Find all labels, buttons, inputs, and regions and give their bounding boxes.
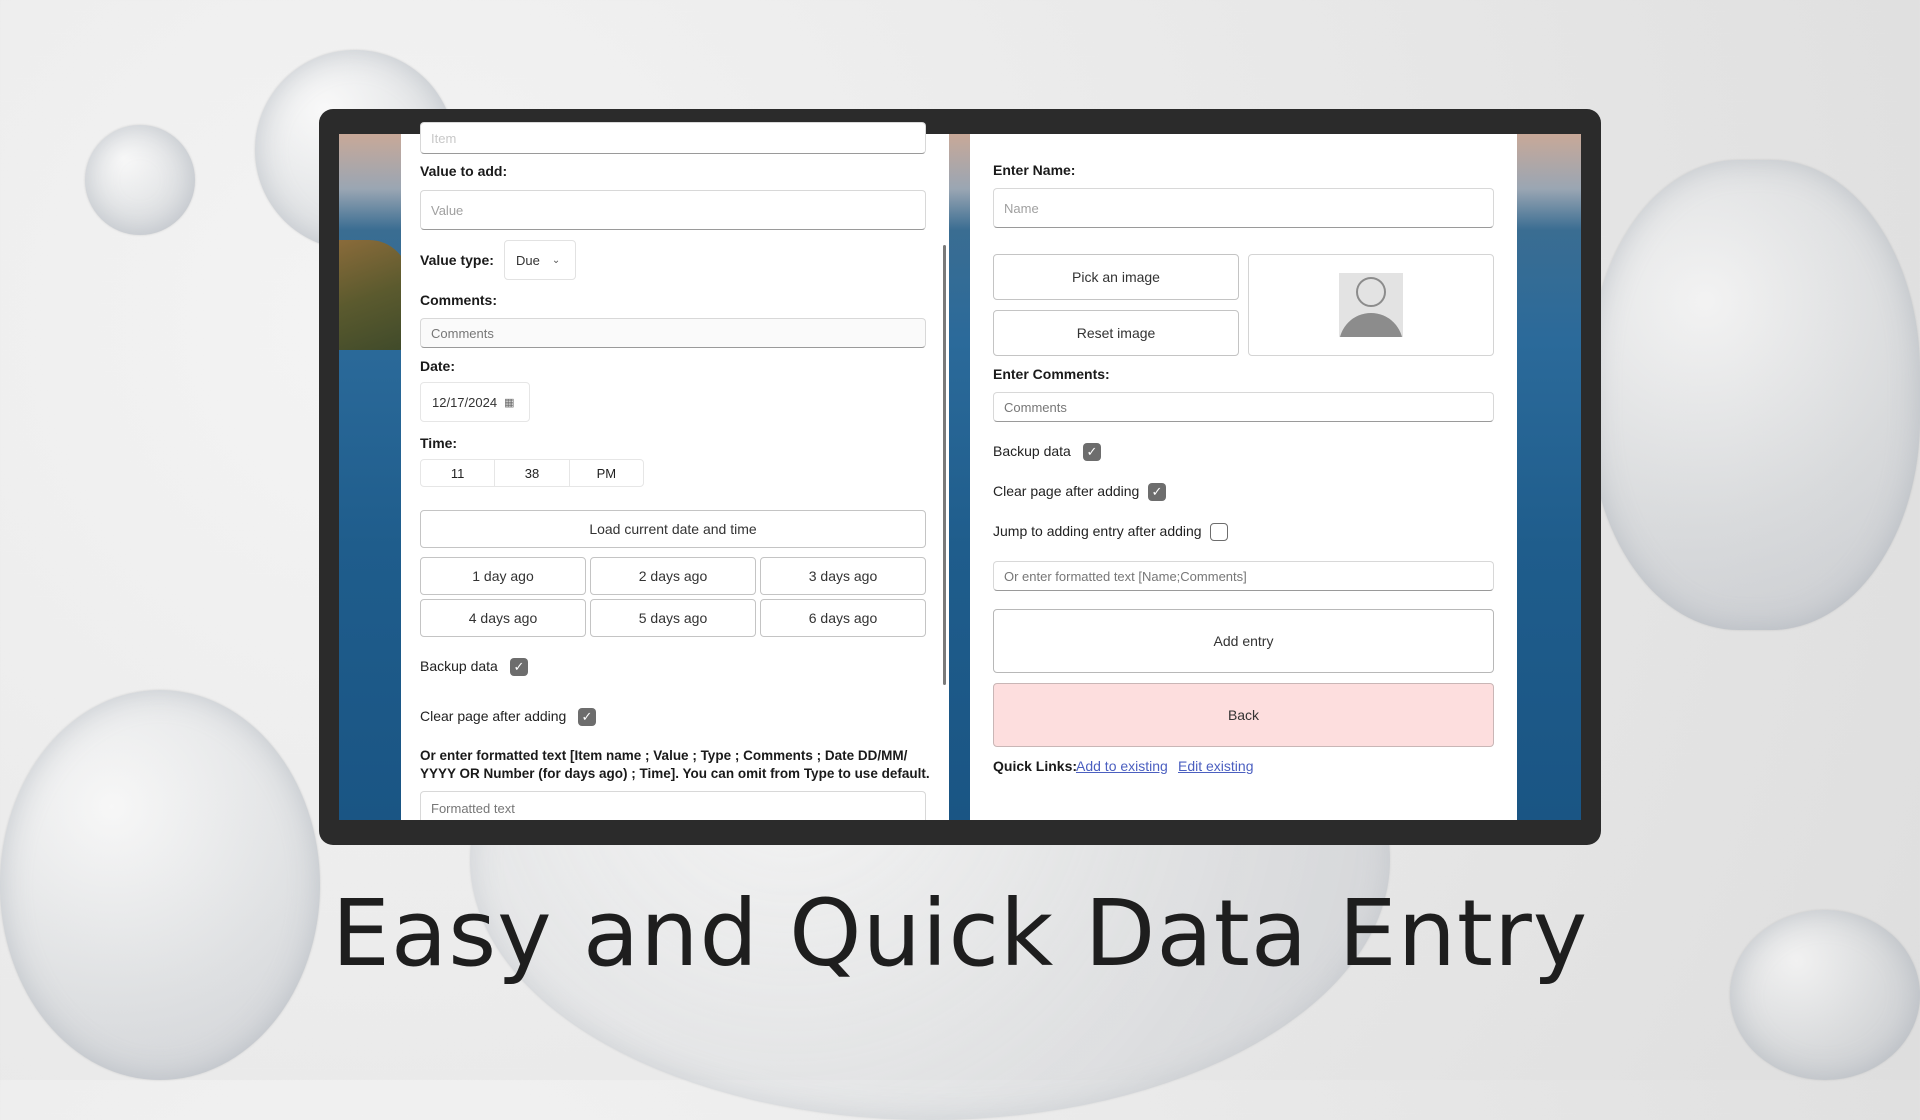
name-placeholder: Name — [1004, 200, 1039, 216]
entry-clear-page-label: Clear page after adding — [993, 483, 1140, 499]
time-label: Time: — [420, 435, 458, 451]
six-days-ago-button[interactable]: 6 days ago — [760, 599, 926, 637]
entry-comments-placeholder: Comments — [1004, 399, 1067, 415]
comments-placeholder: Comments — [431, 325, 494, 341]
back-button[interactable]: Back — [993, 683, 1494, 747]
comments-input[interactable]: Comments — [420, 318, 926, 348]
load-current-datetime-button[interactable]: Load current date and time — [420, 510, 926, 548]
add-entry-button[interactable]: Add entry — [993, 609, 1494, 673]
time-hour[interactable]: 11 — [421, 460, 496, 486]
add-to-existing-link[interactable]: Add to existing — [1076, 758, 1168, 774]
cliff-scenery — [339, 240, 409, 350]
entry-clear-page-checkbox[interactable]: ✓ — [1148, 483, 1166, 501]
panel-top-mask — [401, 109, 949, 134]
bubble-decoration — [1590, 160, 1920, 630]
jump-to-entry-label: Jump to adding entry after adding — [993, 523, 1202, 539]
value-type-label: Value type: — [420, 252, 494, 268]
backup-data-label: Backup data — [420, 658, 498, 674]
value-label: Value to add: — [420, 163, 508, 179]
name-label: Enter Name: — [993, 162, 1076, 178]
formatted-instructions-line2: YYYY OR Number (for days ago) ; Time]. Y… — [420, 766, 930, 781]
reset-image-button[interactable]: Reset image — [993, 310, 1239, 356]
enter-comments-label: Enter Comments: — [993, 366, 1110, 382]
bubble-decoration — [85, 125, 195, 235]
jump-to-entry-checkbox[interactable] — [1210, 523, 1228, 541]
entry-backup-data-label: Backup data — [993, 443, 1071, 459]
clear-page-checkbox[interactable]: ✓ — [578, 708, 596, 726]
left-panel-scrollbar[interactable] — [943, 245, 946, 685]
five-days-ago-button[interactable]: 5 days ago — [590, 599, 756, 637]
backup-data-checkbox[interactable]: ✓ — [510, 658, 528, 676]
three-days-ago-button[interactable]: 3 days ago — [760, 557, 926, 595]
four-days-ago-button[interactable]: 4 days ago — [420, 599, 586, 637]
formatted-text-placeholder: Formatted text — [431, 800, 515, 816]
entry-comments-input[interactable]: Comments — [993, 392, 1494, 422]
time-period[interactable]: PM — [570, 460, 643, 486]
name-input[interactable]: Name — [993, 188, 1494, 228]
avatar-placeholder-icon — [1339, 273, 1403, 337]
date-label: Date: — [420, 358, 456, 374]
formatted-instructions-line1: Or enter formatted text [Item name ; Val… — [420, 748, 908, 763]
left-panel-bottom-mask — [401, 820, 949, 845]
edit-existing-link[interactable]: Edit existing — [1178, 758, 1253, 774]
comments-label: Comments: — [420, 292, 498, 308]
value-placeholder: Value — [431, 202, 464, 218]
two-days-ago-button[interactable]: 2 days ago — [590, 557, 756, 595]
calendar-icon: ▦ — [504, 396, 515, 409]
time-picker[interactable]: 11 38 PM — [420, 459, 644, 487]
value-input[interactable]: Value — [420, 190, 926, 230]
date-value: 12/17/2024 — [432, 394, 498, 410]
time-minute[interactable]: 38 — [495, 460, 570, 486]
one-day-ago-button[interactable]: 1 day ago — [420, 557, 586, 595]
entry-formatted-text-input[interactable]: Or enter formatted text [Name;Comments] — [993, 561, 1494, 591]
pick-image-button[interactable]: Pick an image — [993, 254, 1239, 300]
entry-backup-data-checkbox[interactable]: ✓ — [1083, 443, 1101, 461]
image-preview — [1248, 254, 1494, 356]
headline: Easy and Quick Data Entry — [331, 880, 1589, 987]
quick-links-label: Quick Links: — [993, 758, 1078, 774]
value-type-selected: Due — [516, 252, 540, 268]
clear-page-label: Clear page after adding — [420, 708, 567, 724]
date-picker[interactable]: 12/17/2024 ▦ — [420, 382, 530, 422]
chevron-down-icon: ⌄ — [551, 254, 561, 266]
entry-formatted-text-placeholder: Or enter formatted text [Name;Comments] — [1004, 568, 1247, 584]
value-type-select[interactable]: Due ⌄ — [504, 240, 576, 280]
